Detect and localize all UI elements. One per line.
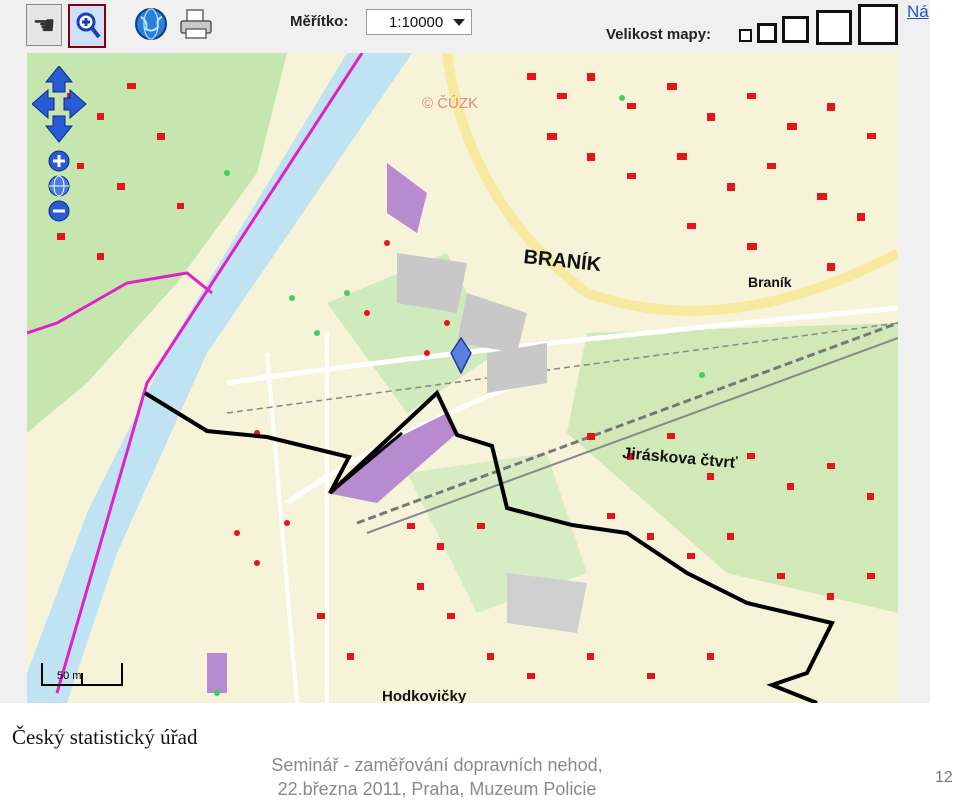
help-link[interactable]: Ná xyxy=(907,2,929,22)
map-navigation-control xyxy=(32,66,87,222)
zoom-out-button[interactable] xyxy=(48,200,70,222)
pan-right-button[interactable] xyxy=(63,88,87,120)
map-size-xl-button[interactable] xyxy=(858,4,898,45)
zoom-in-button[interactable] xyxy=(48,150,70,172)
label-hodkovicky: Hodkovičky xyxy=(382,688,467,703)
map-application-window: ☚ Měřítko: 1:10000 Velikost mapy: Ná © Č… xyxy=(0,0,930,703)
print-button[interactable] xyxy=(178,4,212,44)
map-size-xs-button[interactable] xyxy=(739,29,752,42)
globe-icon[interactable] xyxy=(48,175,70,197)
slide-page-number: 12 xyxy=(935,769,953,786)
magnifier-plus-icon xyxy=(76,12,101,39)
scale-select[interactable]: 1:10000 xyxy=(366,9,472,35)
footer-line-1: Seminář - zaměřování dopravních nehod, xyxy=(271,755,603,775)
label-branik-station: Braník xyxy=(748,274,792,290)
scale-value: 1:10000 xyxy=(389,13,444,31)
map-canvas: © ČÚZK BRANÍK Braník Jiráskova čtvrť Hod… xyxy=(27,53,898,703)
scale-label: Měřítko: xyxy=(290,13,349,30)
map-size-l-button[interactable] xyxy=(816,10,852,45)
map-size-m-button[interactable] xyxy=(782,16,809,43)
pan-hand-tool-button[interactable]: ☚ xyxy=(26,4,62,46)
map-size-label: Velikost mapy: xyxy=(606,26,712,43)
pan-up-button[interactable] xyxy=(44,66,74,93)
pan-left-button[interactable] xyxy=(32,88,55,120)
printer-icon xyxy=(180,9,212,39)
footer-seminar-info: Seminář - zaměřování dopravních nehod, 2… xyxy=(252,753,622,801)
pan-down-button[interactable] xyxy=(44,115,74,143)
map-toolbar: ☚ Měřítko: 1:10000 Velikost mapy: Ná xyxy=(0,0,930,50)
hand-icon: ☚ xyxy=(32,9,56,40)
zoom-in-rectangle-button[interactable] xyxy=(68,4,106,48)
map-watermark: © ČÚZK xyxy=(422,95,478,112)
scale-bar-label: 50 m xyxy=(57,670,81,682)
chevron-down-icon xyxy=(453,19,465,26)
footer-line-2: 22.března 2011, Praha, Muzeum Policie xyxy=(277,779,597,799)
globe-icon xyxy=(135,8,167,40)
map-size-s-button[interactable] xyxy=(757,23,777,43)
footer-organization: Český statistický úřad xyxy=(12,725,198,749)
map-view[interactable]: © ČÚZK BRANÍK Braník Jiráskova čtvrť Hod… xyxy=(27,53,898,703)
full-extent-button[interactable] xyxy=(134,4,168,44)
